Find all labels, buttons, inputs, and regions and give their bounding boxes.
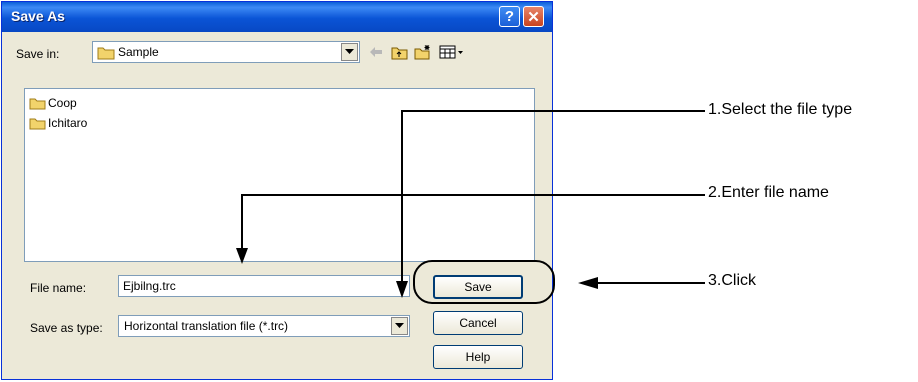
step2-leader-line bbox=[241, 194, 705, 250]
annotation-step3: 3.Click bbox=[708, 272, 757, 289]
step2-arrowhead bbox=[236, 248, 248, 264]
step1-leader-line bbox=[401, 110, 705, 283]
save-button-highlight bbox=[413, 260, 555, 304]
annotation-step1: 1.Select the file type bbox=[708, 101, 853, 118]
step3-arrowhead bbox=[578, 277, 598, 289]
step1-arrowhead bbox=[396, 281, 408, 298]
annotation-step2: 2.Enter file name bbox=[708, 184, 829, 201]
